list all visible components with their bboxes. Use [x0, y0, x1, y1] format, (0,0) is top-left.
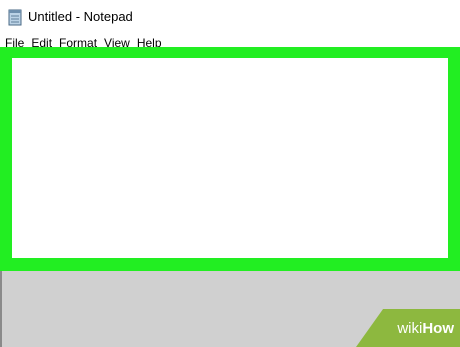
window-left-edge — [0, 271, 2, 347]
watermark-text: wikiHow — [397, 320, 454, 338]
notepad-icon — [6, 8, 24, 26]
watermark-prefix: wiki — [397, 320, 423, 337]
editor-highlight-frame — [0, 47, 460, 271]
watermark-suffix: How — [422, 320, 454, 337]
wikihow-watermark: wikiHow — [356, 309, 460, 347]
window-title: Untitled - Notepad — [28, 9, 133, 24]
notepad-window: Untitled - Notepad File Edit Format View… — [0, 0, 460, 347]
text-editor-area[interactable] — [12, 58, 448, 258]
title-bar: Untitled - Notepad — [0, 0, 460, 34]
